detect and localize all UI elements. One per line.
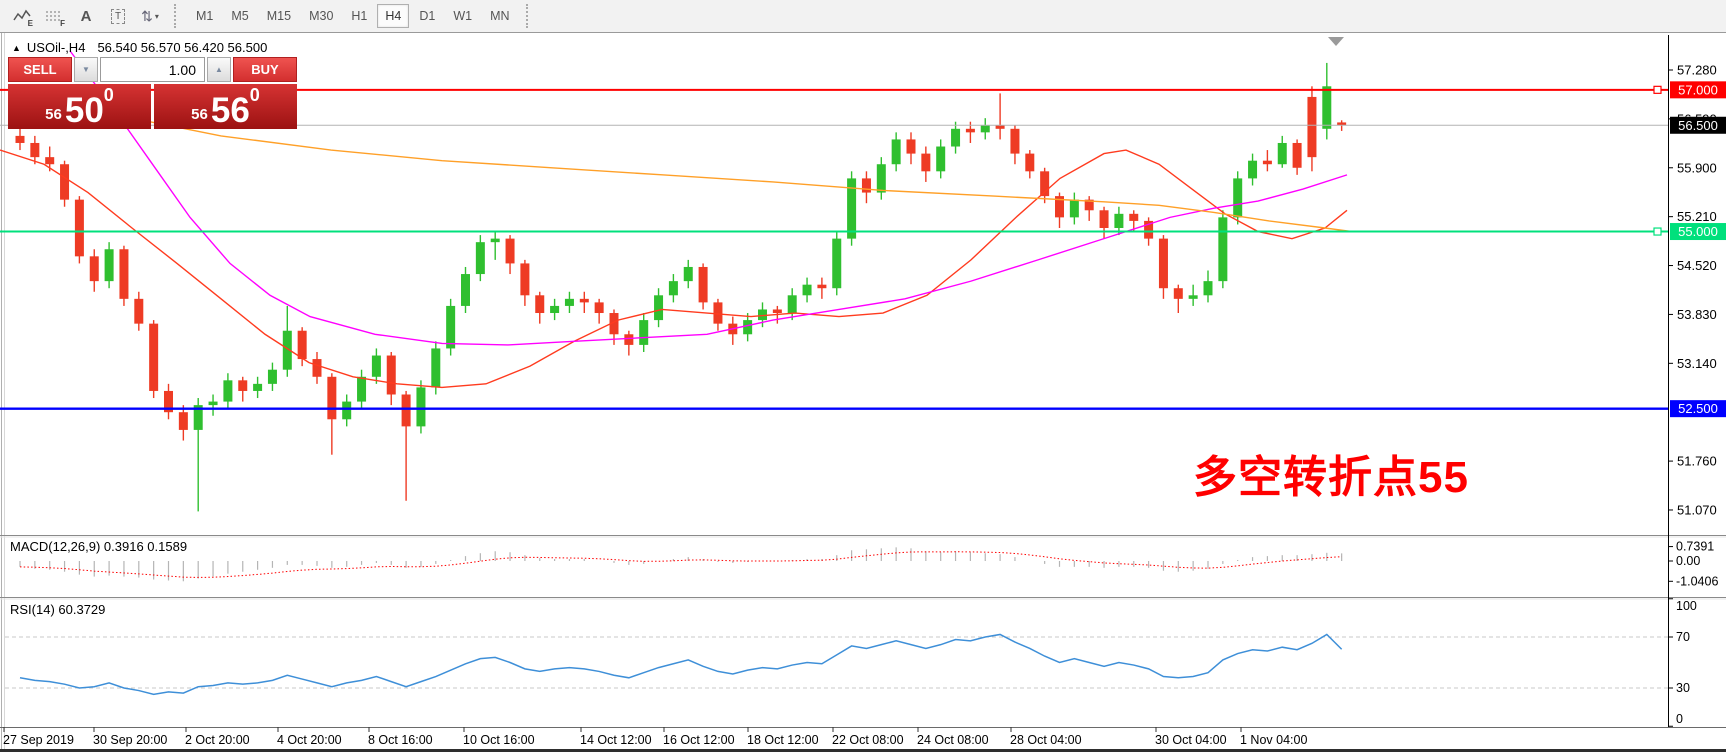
date-tick-label: 27 Sep 2019	[3, 733, 74, 747]
date-tick-label: 16 Oct 12:00	[663, 733, 735, 747]
date-tick-label: 2 Oct 20:00	[185, 733, 250, 747]
date-tick-label: 30 Oct 04:00	[1155, 733, 1227, 747]
price-tick-label: 55.900	[1677, 160, 1717, 175]
rsi-line	[20, 634, 1342, 694]
date-tick-label: 22 Oct 08:00	[832, 733, 904, 747]
ma-fast-red-line	[0, 150, 1347, 387]
one-click-trading-panel: SELL ▼ ▲ BUY 56 50 0 56 56 0	[8, 57, 297, 129]
up-arrow-icon: ▲	[215, 65, 223, 74]
line-handle-marker	[1654, 86, 1661, 93]
macd-tick-label: 0.00	[1676, 554, 1700, 568]
price-badge-label: 52.500	[1678, 401, 1718, 416]
ask-price-small: 56	[191, 106, 208, 123]
rsi-tick-label: 100	[1676, 599, 1697, 613]
macd-tick-label: 0.7391	[1676, 540, 1714, 554]
down-arrow-icon: ▼	[82, 65, 90, 74]
sell-button[interactable]: SELL	[8, 57, 72, 82]
rsi-indicator-label: RSI(14) 60.3729	[10, 602, 105, 617]
date-tick-label: 10 Oct 16:00	[463, 733, 535, 747]
price-tick-label: 53.830	[1677, 307, 1717, 322]
macd-signal-line	[20, 552, 1342, 578]
date-tick-label: 30 Sep 20:00	[93, 733, 167, 747]
window-bottom-edge	[0, 749, 1726, 752]
rsi-tick-label: 0	[1676, 712, 1683, 726]
price-tick-label: 51.070	[1677, 502, 1717, 517]
ask-price-panel[interactable]: 56 56 0	[154, 84, 297, 129]
date-tick-label: 1 Nov 04:00	[1240, 733, 1307, 747]
bid-price-panel[interactable]: 56 50 0	[8, 84, 151, 129]
volume-down-stepper[interactable]: ▼	[74, 57, 98, 82]
price-tick-label: 54.520	[1677, 258, 1717, 273]
price-badge-label: 55.000	[1678, 224, 1718, 239]
date-tick-label: 8 Oct 16:00	[368, 733, 433, 747]
price-tick-label: 55.210	[1677, 209, 1717, 224]
date-tick-label: 24 Oct 08:00	[917, 733, 989, 747]
bid-price-sup: 0	[104, 85, 114, 106]
chart-title: ▲ USOil-,H4 56.540 56.570 56.420 56.500	[12, 40, 267, 55]
ohlc-values-label: 56.540 56.570 56.420 56.500	[97, 40, 267, 55]
bid-price-big: 50	[65, 96, 104, 126]
line-handle-marker	[1654, 228, 1661, 235]
ask-price-sup: 0	[250, 85, 260, 106]
symbol-timeframe-label: USOil-,H4	[27, 40, 86, 55]
macd-indicator-label: MACD(12,26,9) 0.3916 0.1589	[10, 539, 187, 554]
date-tick-label: 4 Oct 20:00	[277, 733, 342, 747]
macd-tick-label: -1.0406	[1676, 574, 1718, 588]
chart-annotation-text: 多空转折点55	[1193, 441, 1469, 505]
trading-app-window: E F A T ⇅ ▾ M1M5M15M30H1H4D1W1MN 57.2805…	[0, 0, 1726, 753]
rsi-tick-label: 30	[1676, 681, 1690, 695]
volume-up-stepper[interactable]: ▲	[207, 57, 231, 82]
price-badge-label: 56.500	[1678, 118, 1718, 133]
price-tick-label: 57.280	[1677, 63, 1717, 78]
date-tick-label: 18 Oct 12:00	[747, 733, 819, 747]
price-tick-label: 51.760	[1677, 454, 1717, 469]
ask-price-big: 56	[211, 96, 250, 126]
ma-slow-orange-line	[132, 118, 1352, 231]
bid-price-small: 56	[45, 106, 62, 123]
price-tick-label: 53.140	[1677, 356, 1717, 371]
volume-input[interactable]	[100, 57, 205, 82]
candlestick-series	[16, 63, 1347, 511]
date-tick-label: 14 Oct 12:00	[580, 733, 652, 747]
price-badge-label: 57.000	[1678, 82, 1718, 97]
buy-button[interactable]: BUY	[233, 57, 297, 82]
collapse-triangle-icon[interactable]: ▲	[12, 43, 21, 53]
rsi-tick-label: 70	[1676, 630, 1690, 644]
last-bar-marker-icon	[1328, 37, 1344, 46]
date-tick-label: 28 Oct 04:00	[1010, 733, 1082, 747]
